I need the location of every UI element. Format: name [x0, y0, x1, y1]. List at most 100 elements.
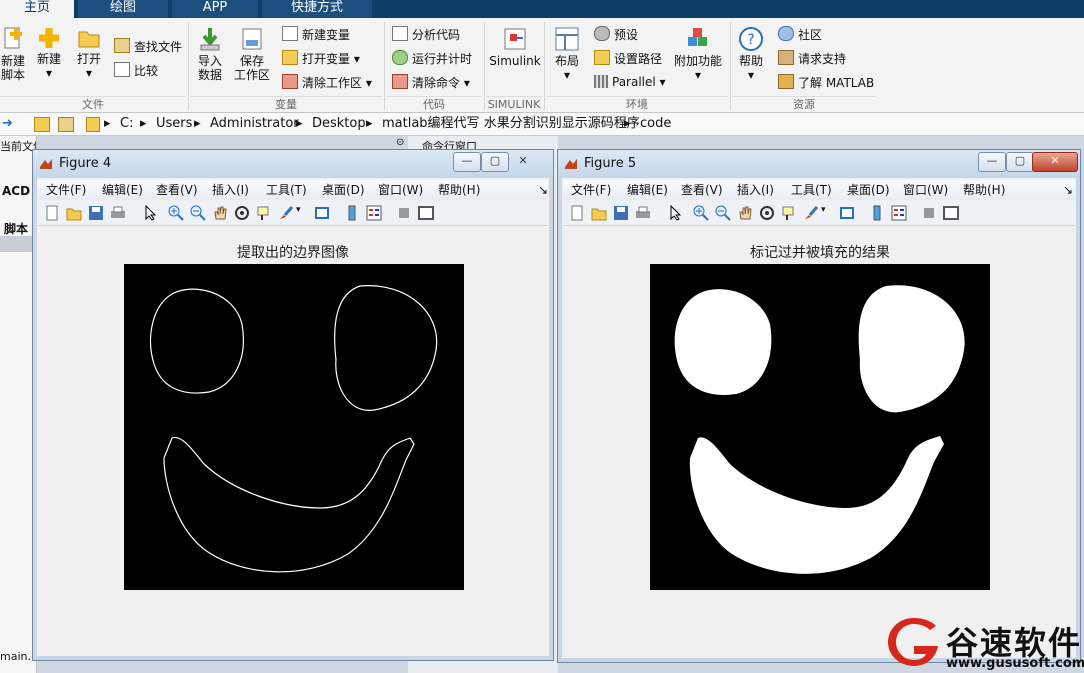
- colorbar-icon[interactable]: [869, 205, 885, 221]
- script-item[interactable]: 脚本: [4, 220, 28, 237]
- rotate-3d-icon[interactable]: [759, 205, 775, 221]
- clear-workspace-button[interactable]: 清除工作区 ▾: [282, 74, 372, 91]
- colorbar-icon[interactable]: [344, 205, 360, 221]
- maximize-button[interactable]: ▢: [481, 152, 509, 172]
- clear-commands-button[interactable]: 清除命令 ▾: [392, 74, 470, 91]
- parallel-button[interactable]: Parallel ▾: [594, 74, 666, 90]
- tab-plots[interactable]: 绘图: [78, 0, 168, 18]
- link-plot-icon[interactable]: [839, 205, 855, 221]
- menu-view[interactable]: 查看(V): [681, 180, 723, 200]
- new-script-button[interactable]: 新建 脚本: [0, 26, 26, 82]
- new-figure-icon[interactable]: [44, 205, 60, 221]
- chevron-down-icon[interactable]: ▾: [296, 205, 301, 215]
- close-button[interactable]: ✕: [1032, 152, 1078, 172]
- hide-plot-tools-icon[interactable]: [921, 205, 937, 221]
- menu-window[interactable]: 窗口(W): [378, 180, 423, 200]
- image-axes[interactable]: [650, 264, 990, 590]
- pointer-icon[interactable]: [667, 205, 683, 221]
- menu-window[interactable]: 窗口(W): [903, 180, 948, 200]
- menu-file[interactable]: 文件(F): [46, 180, 86, 200]
- menu-file[interactable]: 文件(F): [571, 180, 611, 200]
- import-data-button[interactable]: 导入 数据: [194, 26, 226, 82]
- brush-icon[interactable]: [803, 205, 819, 221]
- acd-item[interactable]: ACD: [2, 184, 30, 198]
- run-and-time-button[interactable]: 运行并计时: [392, 50, 472, 67]
- chevron-down-icon[interactable]: ▾: [821, 205, 826, 215]
- new-figure-icon[interactable]: [569, 205, 585, 221]
- learn-matlab-button[interactable]: 了解 MATLAB: [778, 74, 874, 91]
- menu-help[interactable]: 帮助(H): [438, 180, 480, 200]
- pan-hand-icon[interactable]: [212, 205, 228, 221]
- open-file-icon[interactable]: [66, 205, 82, 221]
- selected-row[interactable]: [0, 236, 36, 252]
- breadcrumb-item[interactable]: Users: [156, 113, 192, 135]
- menu-tools[interactable]: 工具(T): [266, 180, 307, 200]
- layout-button[interactable]: 布局 ▾: [550, 26, 584, 82]
- menu-overflow-icon[interactable]: ↘: [538, 180, 548, 200]
- save-icon[interactable]: [613, 205, 629, 221]
- show-plot-tools-icon[interactable]: [943, 205, 959, 221]
- minimize-button[interactable]: —: [453, 152, 481, 172]
- zoom-in-icon[interactable]: [168, 205, 184, 221]
- zoom-in-icon[interactable]: [693, 205, 709, 221]
- analyze-code-button[interactable]: 分析代码: [392, 26, 460, 43]
- link-plot-icon[interactable]: [314, 205, 330, 221]
- back-arrow-icon[interactable]: ➜: [2, 113, 13, 135]
- legend-icon[interactable]: [366, 205, 382, 221]
- compare-button[interactable]: 比较: [114, 62, 158, 79]
- main-file-item[interactable]: main.m: [0, 650, 36, 663]
- menu-view[interactable]: 查看(V): [156, 180, 198, 200]
- up-folder-icon[interactable]: [34, 117, 50, 132]
- legend-icon[interactable]: [891, 205, 907, 221]
- add-ons-button[interactable]: 附加功能 ▾: [672, 26, 724, 82]
- menu-edit[interactable]: 编辑(E): [627, 180, 668, 200]
- menu-tools[interactable]: 工具(T): [791, 180, 832, 200]
- rotate-3d-icon[interactable]: [234, 205, 250, 221]
- save-workspace-button[interactable]: 保存 工作区: [232, 26, 272, 82]
- pointer-icon[interactable]: [142, 205, 158, 221]
- open-variable-button[interactable]: 打开变量 ▾: [282, 50, 360, 67]
- open-file-icon[interactable]: [591, 205, 607, 221]
- brush-icon[interactable]: [278, 205, 294, 221]
- data-cursor-icon[interactable]: [781, 205, 797, 221]
- breadcrumb-item[interactable]: matlab编程代写 水果分割识别显示源码程序: [382, 113, 640, 135]
- menu-edit[interactable]: 编辑(E): [102, 180, 143, 200]
- tab-shortcuts[interactable]: 快捷方式: [262, 0, 372, 18]
- zoom-out-icon[interactable]: [190, 205, 206, 221]
- collapse-panel-icon[interactable]: ⊙: [396, 137, 404, 148]
- hide-plot-tools-icon[interactable]: [396, 205, 412, 221]
- browse-folder-icon[interactable]: [58, 117, 74, 132]
- menu-desktop[interactable]: 桌面(D): [322, 180, 365, 200]
- show-plot-tools-icon[interactable]: [418, 205, 434, 221]
- request-support-button[interactable]: 请求支持: [778, 50, 846, 67]
- pan-hand-icon[interactable]: [737, 205, 753, 221]
- set-path-button[interactable]: 设置路径: [594, 50, 662, 67]
- breadcrumb-item[interactable]: Desktop: [312, 113, 366, 135]
- new-button[interactable]: 新建 ▾: [32, 26, 66, 80]
- zoom-out-icon[interactable]: [715, 205, 731, 221]
- open-button[interactable]: 打开 ▾: [72, 26, 106, 80]
- menu-insert[interactable]: 插入(I): [737, 180, 774, 200]
- print-icon[interactable]: [110, 205, 126, 221]
- close-button[interactable]: ✕: [509, 152, 537, 172]
- help-button[interactable]: ? 帮助 ▾: [734, 26, 768, 82]
- maximize-button[interactable]: ▢: [1006, 152, 1034, 172]
- data-cursor-icon[interactable]: [256, 205, 272, 221]
- menu-help[interactable]: 帮助(H): [963, 180, 1005, 200]
- print-icon[interactable]: [635, 205, 651, 221]
- minimize-button[interactable]: —: [978, 152, 1006, 172]
- new-variable-button[interactable]: 新建变量: [282, 26, 350, 43]
- save-icon[interactable]: [88, 205, 104, 221]
- image-axes[interactable]: [124, 264, 464, 590]
- find-files-button[interactable]: 查找文件: [114, 38, 182, 55]
- menu-desktop[interactable]: 桌面(D): [847, 180, 890, 200]
- preferences-button[interactable]: 预设: [594, 26, 638, 43]
- community-button[interactable]: 社区: [778, 26, 822, 43]
- simulink-button[interactable]: Simulink: [488, 26, 542, 68]
- tab-home[interactable]: 主页: [0, 0, 74, 18]
- menu-insert[interactable]: 插入(I): [212, 180, 249, 200]
- breadcrumb-item[interactable]: code: [640, 113, 671, 135]
- breadcrumb-item[interactable]: Administrator: [210, 113, 299, 135]
- menu-overflow-icon[interactable]: ↘: [1063, 180, 1073, 200]
- breadcrumb-item[interactable]: C:: [120, 113, 133, 135]
